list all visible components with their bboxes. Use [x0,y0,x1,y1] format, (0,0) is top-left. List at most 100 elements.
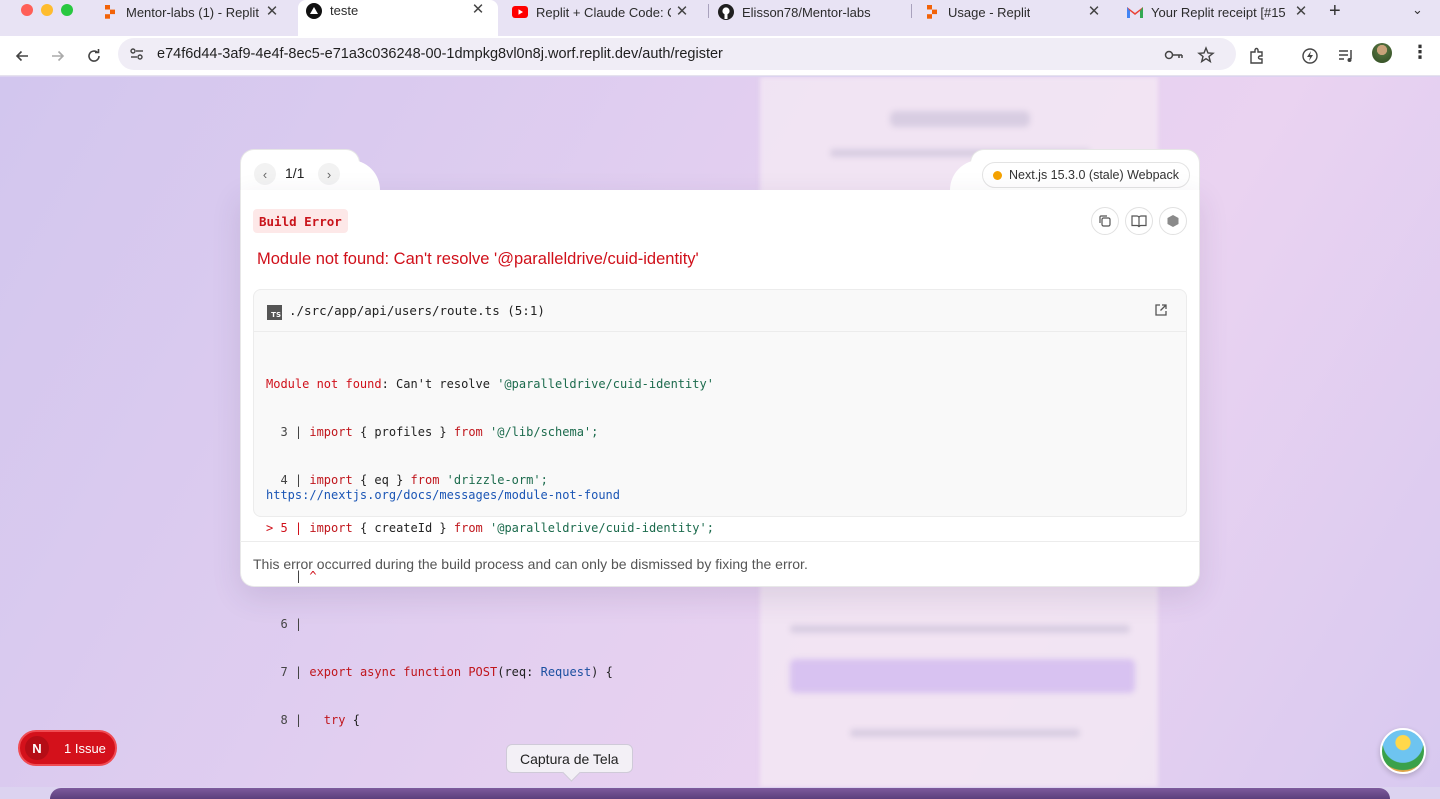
browser-tab-youtube[interactable]: Replit + Claude Code: C ✕ [512,0,702,24]
code-gutter: 8 | [266,713,310,727]
open-in-editor-icon[interactable] [1154,303,1170,319]
overlay-footer-message: This error occurred during the build pro… [253,556,808,572]
browser-menu-icon[interactable]: ⋮ [1411,42,1429,63]
tab-title: Replit + Claude Code: C [536,4,671,20]
code-frame-header: TS ./src/app/api/users/route.ts (5:1) [254,290,1186,332]
code-token: export [309,665,353,679]
window-close-button[interactable] [21,4,33,16]
issues-count-label: 1 Issue [64,741,106,756]
window-zoom-button[interactable] [61,4,73,16]
code-token: function [396,665,462,679]
code-token: POST [461,665,498,679]
error-pager-count: 1/1 [285,165,305,181]
overlay-footer-divider [240,541,1200,542]
beach-avatar-widget[interactable] [1380,728,1426,774]
nodejs-hexagon-icon [1167,215,1179,227]
browser-tab-usage[interactable]: Usage - Replit ✕ [924,0,1114,24]
code-gutter: > 5 | [266,521,310,535]
address-bar[interactable]: e74f6d44-3af9-4e4f-8ec5-e71a3c036248-00-… [118,38,1236,70]
browser-tab-gmail[interactable]: Your Replit receipt [#15 ✕ [1127,0,1321,24]
blurred-heading [890,111,1030,127]
nodejs-inspector-button[interactable] [1159,207,1187,235]
source-file-path[interactable]: ./src/app/api/users/route.ts (5:1) [289,303,545,318]
docs-button[interactable] [1125,207,1153,235]
code-token: { [345,713,360,727]
code-token: : Can't resolve [381,377,498,391]
code-token: { profiles } [352,425,454,439]
code-gutter: 7 | [266,665,310,679]
blurred-text [790,625,1130,633]
forward-arrow-icon[interactable] [46,44,70,68]
copy-error-button[interactable] [1091,207,1119,235]
issues-indicator-button[interactable]: N 1 Issue [18,730,117,766]
youtube-icon [512,4,528,20]
code-token: import [309,521,353,535]
close-icon[interactable]: ✕ [674,2,690,20]
tab-separator [911,4,912,18]
github-icon [718,4,734,20]
password-key-icon[interactable] [1164,45,1184,65]
vercel-triangle-icon [306,3,322,19]
tab-search-icon[interactable]: ⌄ [1412,2,1423,18]
code-token: 'drizzle-orm' [439,473,541,487]
nextjs-version-badge[interactable]: Next.js 15.3.0 (stale) Webpack [982,162,1190,188]
code-token: import [309,473,353,487]
module-not-found-docs-link[interactable]: https://nextjs.org/docs/messages/module-… [266,488,620,502]
extensions-icon[interactable] [1245,44,1269,68]
code-token: from [453,521,483,535]
previous-error-button[interactable]: ‹ [254,163,276,185]
code-token: import [309,425,353,439]
code-snippet: Module not found: Can't resolve '@parall… [266,344,714,760]
code-line: 7 | export async function POST(req: Requ… [266,664,714,680]
code-token: ; [706,521,714,535]
window-minimize-button[interactable] [41,4,53,16]
close-icon[interactable]: ✕ [264,2,280,20]
browser-tab-bar: Mentor-labs (1) - Replit ✕ teste ✕ Repli… [0,0,1440,36]
site-settings-icon[interactable] [128,45,146,63]
replit-icon [924,4,940,20]
code-token: Request [540,665,592,679]
macos-dock [50,788,1390,799]
close-icon[interactable]: ✕ [470,0,486,18]
build-error-badge: Build Error [253,209,348,233]
replit-icon [102,4,118,20]
code-gutter: 3 | [266,425,310,439]
typescript-file-icon: TS [267,305,282,320]
browser-tab-teste[interactable]: teste ✕ [298,0,498,36]
next-error-button[interactable]: › [318,163,340,185]
profile-avatar[interactable] [1372,43,1392,63]
new-tab-button[interactable]: + [1329,0,1341,23]
code-line: Module not found: Can't resolve '@parall… [266,376,714,392]
error-message-title: Module not found: Can't resolve '@parall… [257,250,699,268]
code-token: '@/lib/schema' [482,425,592,439]
blurred-submit-button [790,659,1135,693]
close-icon[interactable]: ✕ [1293,2,1309,20]
browser-toolbar: e74f6d44-3af9-4e4f-8ec5-e71a3c036248-00-… [0,36,1440,76]
reload-icon[interactable] [82,44,106,68]
performance-icon[interactable] [1298,44,1322,68]
version-text: Next.js 15.3.0 (stale) Webpack [1009,168,1179,182]
media-controls-icon[interactable] [1334,44,1358,68]
code-token: (req: [497,665,541,679]
nextjs-logo-icon: N [25,736,49,760]
code-gutter: 4 | [266,473,310,487]
code-line: 3 | import { profiles } from '@/lib/sche… [266,424,714,440]
code-token: from [410,473,440,487]
code-token: ; [591,425,599,439]
browser-tab-mentor-labs[interactable]: Mentor-labs (1) - Replit ✕ [102,0,292,24]
code-token: ) { [591,665,613,679]
code-token: ; [540,473,548,487]
code-frame: TS ./src/app/api/users/route.ts (5:1) Mo… [253,289,1187,727]
bookmark-star-icon[interactable] [1196,45,1216,65]
back-arrow-icon[interactable] [10,44,34,68]
code-token: from [453,425,483,439]
book-icon [1131,215,1147,228]
close-icon[interactable]: ✕ [1086,2,1102,20]
browser-tab-github[interactable]: Elisson78/Mentor-labs [718,0,908,24]
tab-title: Elisson78/Mentor-labs [742,4,871,20]
code-token: { eq } [352,473,411,487]
copy-icon [1099,215,1111,227]
code-token: Module not found [266,377,382,391]
code-token: try [309,713,346,727]
tab-title: Your Replit receipt [#15 [1151,4,1286,20]
